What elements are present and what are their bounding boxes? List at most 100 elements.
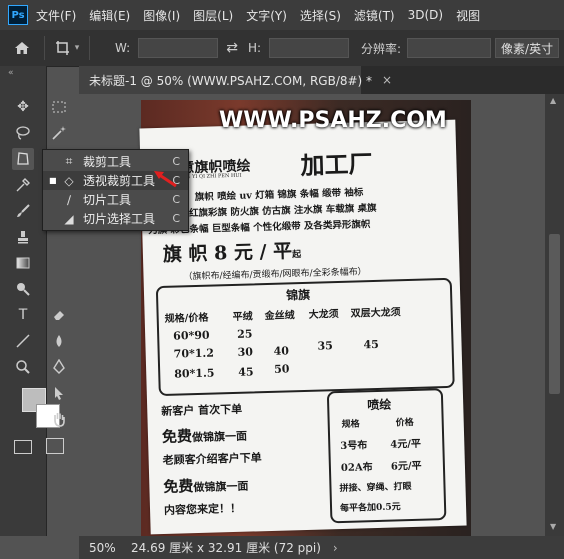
menu-type[interactable]: 文字(Y) <box>246 7 287 24</box>
watermark-text: WWW.PSAHZ.COM <box>219 108 447 133</box>
slice-select-icon: ◢ <box>64 211 74 226</box>
document-tab-title: 未标题-1 @ 50% (WWW.PSAHZ.COM, RGB/8#) * <box>89 73 373 88</box>
promo-line4: 免费做锦旗一面 <box>163 477 249 496</box>
scroll-up-icon[interactable]: ▲ <box>550 96 556 105</box>
home-icon[interactable] <box>0 40 44 56</box>
flyout-shortcut: C <box>172 193 180 206</box>
status-menu-arrow[interactable]: › <box>333 541 338 555</box>
eraser-tool-icon[interactable] <box>48 304 70 326</box>
spray-cell: 02A布 <box>340 462 373 474</box>
table-header: 大龙须 <box>308 309 339 321</box>
table-header: 规格/价格 <box>164 312 209 325</box>
table-header: 平绒 <box>232 311 253 323</box>
magic-wand-tool-icon[interactable] <box>48 122 70 144</box>
dodge-tool-icon[interactable] <box>12 278 34 300</box>
menu-edit[interactable]: 编辑(E) <box>89 7 130 24</box>
document-size-info: 24.69 厘米 x 32.91 厘米 (72 ppi) <box>131 541 321 555</box>
annotation-arrow-icon <box>154 171 177 188</box>
chevron-down-icon[interactable]: ▾ <box>75 43 80 53</box>
menu-filter[interactable]: 滤镜(T) <box>354 7 395 24</box>
spray-cell: 4元/平 <box>390 438 422 451</box>
perspective-crop-preset-icon[interactable]: ▾ <box>45 40 89 56</box>
flyout-item-label: 裁剪工具 <box>83 155 132 169</box>
move-tool-icon[interactable]: ✥ <box>12 96 34 118</box>
blur-tool-icon[interactable] <box>48 330 70 352</box>
crop-icon: ⌗ <box>65 154 73 168</box>
table-header: 双层大龙须 <box>350 307 401 320</box>
table-cell: 35 <box>317 339 334 353</box>
path-selection-tool-icon[interactable] <box>48 382 70 404</box>
table-cell: 30 <box>237 345 254 359</box>
zoom-tool-icon[interactable] <box>12 356 34 378</box>
table-cell: 40 <box>273 344 290 358</box>
spray-cell: 6元/平 <box>390 460 422 473</box>
collapse-panel-icon[interactable]: « <box>8 68 14 78</box>
spray-cell: 3号布 <box>340 440 368 453</box>
gradient-tool-icon[interactable] <box>12 252 34 274</box>
toolbox: « ✥ T <box>0 66 66 536</box>
zoom-level[interactable]: 50% <box>89 541 129 555</box>
document-tab-bar: 未标题-1 @ 50% (WWW.PSAHZ.COM, RGB/8#) * × <box>79 66 564 94</box>
hand-tool-icon[interactable] <box>48 408 70 430</box>
line-tool-icon[interactable] <box>12 330 34 352</box>
flyout-item-label: 切片选择工具 <box>83 212 156 226</box>
menu-3d[interactable]: 3D(D) <box>408 8 443 22</box>
width-input[interactable] <box>138 38 219 58</box>
menu-select[interactable]: 选择(S) <box>300 7 341 24</box>
swap-icon[interactable]: ⇄ <box>226 40 238 56</box>
scrollbar-thumb[interactable] <box>549 234 560 394</box>
height-label: H: <box>247 41 262 55</box>
menu-image[interactable]: 图像(I) <box>143 7 180 24</box>
menu-layer[interactable]: 图层(L) <box>193 7 233 24</box>
width-label: W: <box>115 41 131 55</box>
flyer-price-table: 锦旗 规格/价格 平绒 金丝绒 大龙须 双层大龙须 60*90 25 70*1.… <box>155 277 455 397</box>
spray-header: 价格 <box>395 417 414 429</box>
marquee-tool-icon[interactable] <box>48 96 70 118</box>
type-tool-icon[interactable]: T <box>12 304 34 326</box>
flyout-item-slice-select[interactable]: ◢ 切片选择工具 C <box>43 209 188 228</box>
spray-title: 喷绘 <box>367 397 392 413</box>
resolution-input[interactable] <box>407 38 492 58</box>
menu-bar: Ps 文件(F) 编辑(E) 图像(I) 图层(L) 文字(Y) 选择(S) 滤… <box>0 0 564 30</box>
promo-line2: 免费做锦旗一面 <box>161 427 248 446</box>
brush-tool-icon[interactable] <box>12 200 34 222</box>
perspective-crop-tool-icon[interactable] <box>12 148 34 170</box>
vertical-scrollbar[interactable]: ▲ ▼ <box>545 94 564 536</box>
table-header: 金丝绒 <box>264 310 295 323</box>
table-cell: 60*90 <box>173 328 210 343</box>
slice-icon: ∕ <box>66 192 72 207</box>
menu-view[interactable]: 视图 <box>456 7 480 24</box>
table-cell: 45 <box>363 337 380 352</box>
resolution-label: 分辨率: <box>361 41 402 56</box>
spray-header: 规格 <box>341 419 360 430</box>
table-cell: 50 <box>273 362 290 376</box>
table-cell: 45 <box>238 365 254 379</box>
lasso-tool-icon[interactable] <box>12 122 34 144</box>
flyout-item-label: 切片工具 <box>83 193 132 207</box>
table-cell: 80*1.5 <box>174 366 215 381</box>
table-cell: 70*1.2 <box>173 346 215 361</box>
close-tab-icon[interactable]: × <box>382 73 392 87</box>
flyout-item-slice[interactable]: ∕ 切片工具 C <box>43 190 188 209</box>
crop-tools-flyout: ⌗ 裁剪工具 C ■ ◇ 透视裁剪工具 C ∕ 切片工具 C ◢ 切片选择工具 … <box>42 149 189 231</box>
clone-stamp-tool-icon[interactable] <box>12 226 34 248</box>
document-tab[interactable]: 未标题-1 @ 50% (WWW.PSAHZ.COM, RGB/8#) * × <box>79 66 392 94</box>
options-divider <box>89 36 90 60</box>
height-input[interactable] <box>269 38 350 58</box>
screen-mode-icon[interactable] <box>46 438 64 454</box>
quick-mask-icon[interactable] <box>14 440 32 454</box>
resolution-unit-select[interactable]: 像素/英寸 <box>495 38 560 58</box>
photoshop-logo: Ps <box>8 5 28 25</box>
scroll-down-icon[interactable]: ▼ <box>550 522 556 531</box>
table-cell: 25 <box>236 327 253 341</box>
menu-file[interactable]: 文件(F) <box>36 7 76 24</box>
promo-line3: 老顾客介绍客户下单 <box>162 451 262 467</box>
options-bar: ▾ W: ⇄ H: 分辨率: 像素/英寸 <box>0 30 564 67</box>
status-bar: 50% 24.69 厘米 x 32.91 厘米 (72 ppi) › <box>79 536 564 559</box>
perspective-crop-icon: ◇ <box>64 173 74 188</box>
spray-note2: 每平各加0.5元 <box>339 502 401 515</box>
pen-tool-icon[interactable] <box>48 356 70 378</box>
eyedropper-tool-icon[interactable] <box>12 174 34 196</box>
flyout-item-label: 透视裁剪工具 <box>83 174 156 188</box>
spray-note1: 拼接、穿绳、打眼 <box>339 482 412 495</box>
